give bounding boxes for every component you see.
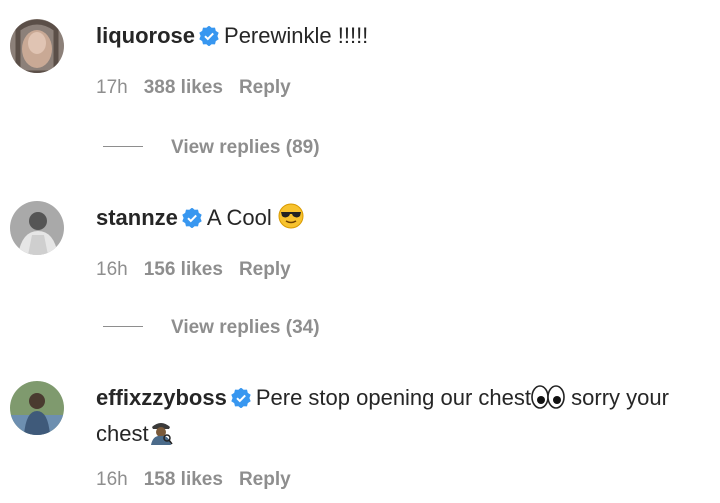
divider <box>103 326 143 327</box>
comment-text: A Cool <box>206 205 272 230</box>
comment-time: 16h <box>96 469 128 490</box>
view-replies-label: View replies (89) <box>171 137 320 158</box>
comment-line: liquorose Perewinkle !!!!! <box>96 20 710 55</box>
username-link[interactable]: effixzzyboss <box>96 385 227 410</box>
verified-badge-icon <box>182 205 202 237</box>
reply-button[interactable]: Reply <box>239 469 291 490</box>
avatar[interactable] <box>10 19 64 73</box>
divider <box>103 146 143 147</box>
eyes-emoji-icon <box>531 385 565 418</box>
comment-line: stannze A Cool <box>96 202 710 238</box>
comment-text: Pere stop opening our chest <box>255 385 532 410</box>
avatar[interactable] <box>10 381 64 435</box>
comment-time: 17h <box>96 77 128 98</box>
avatar[interactable] <box>10 201 64 255</box>
reply-button[interactable]: Reply <box>239 259 291 280</box>
verified-badge-icon <box>199 23 219 55</box>
comment-time: 16h <box>96 259 128 280</box>
comment-line: effixzzyboss Pere stop opening our chest … <box>96 382 710 454</box>
like-count[interactable]: 158 likes <box>144 469 223 490</box>
view-replies-label: View replies (34) <box>171 317 320 338</box>
verified-badge-icon <box>231 385 251 417</box>
username-link[interactable]: liquorose <box>96 23 195 48</box>
view-replies-button[interactable]: View replies (34) <box>103 316 320 340</box>
comment-meta: 16h 158 likes Reply <box>96 468 307 492</box>
reply-button[interactable]: Reply <box>239 77 291 98</box>
like-count[interactable]: 388 likes <box>144 77 223 98</box>
view-replies-button[interactable]: View replies (89) <box>103 136 320 160</box>
comment-text: Perewinkle !!!!! <box>224 23 369 48</box>
comment-meta: 17h 388 likes Reply <box>96 76 307 100</box>
sunglasses-emoji-icon <box>278 203 304 238</box>
comment-meta: 16h 156 likes Reply <box>96 258 307 282</box>
detective-emoji-icon <box>149 419 173 454</box>
like-count[interactable]: 156 likes <box>144 259 223 280</box>
username-link[interactable]: stannze <box>96 205 178 230</box>
